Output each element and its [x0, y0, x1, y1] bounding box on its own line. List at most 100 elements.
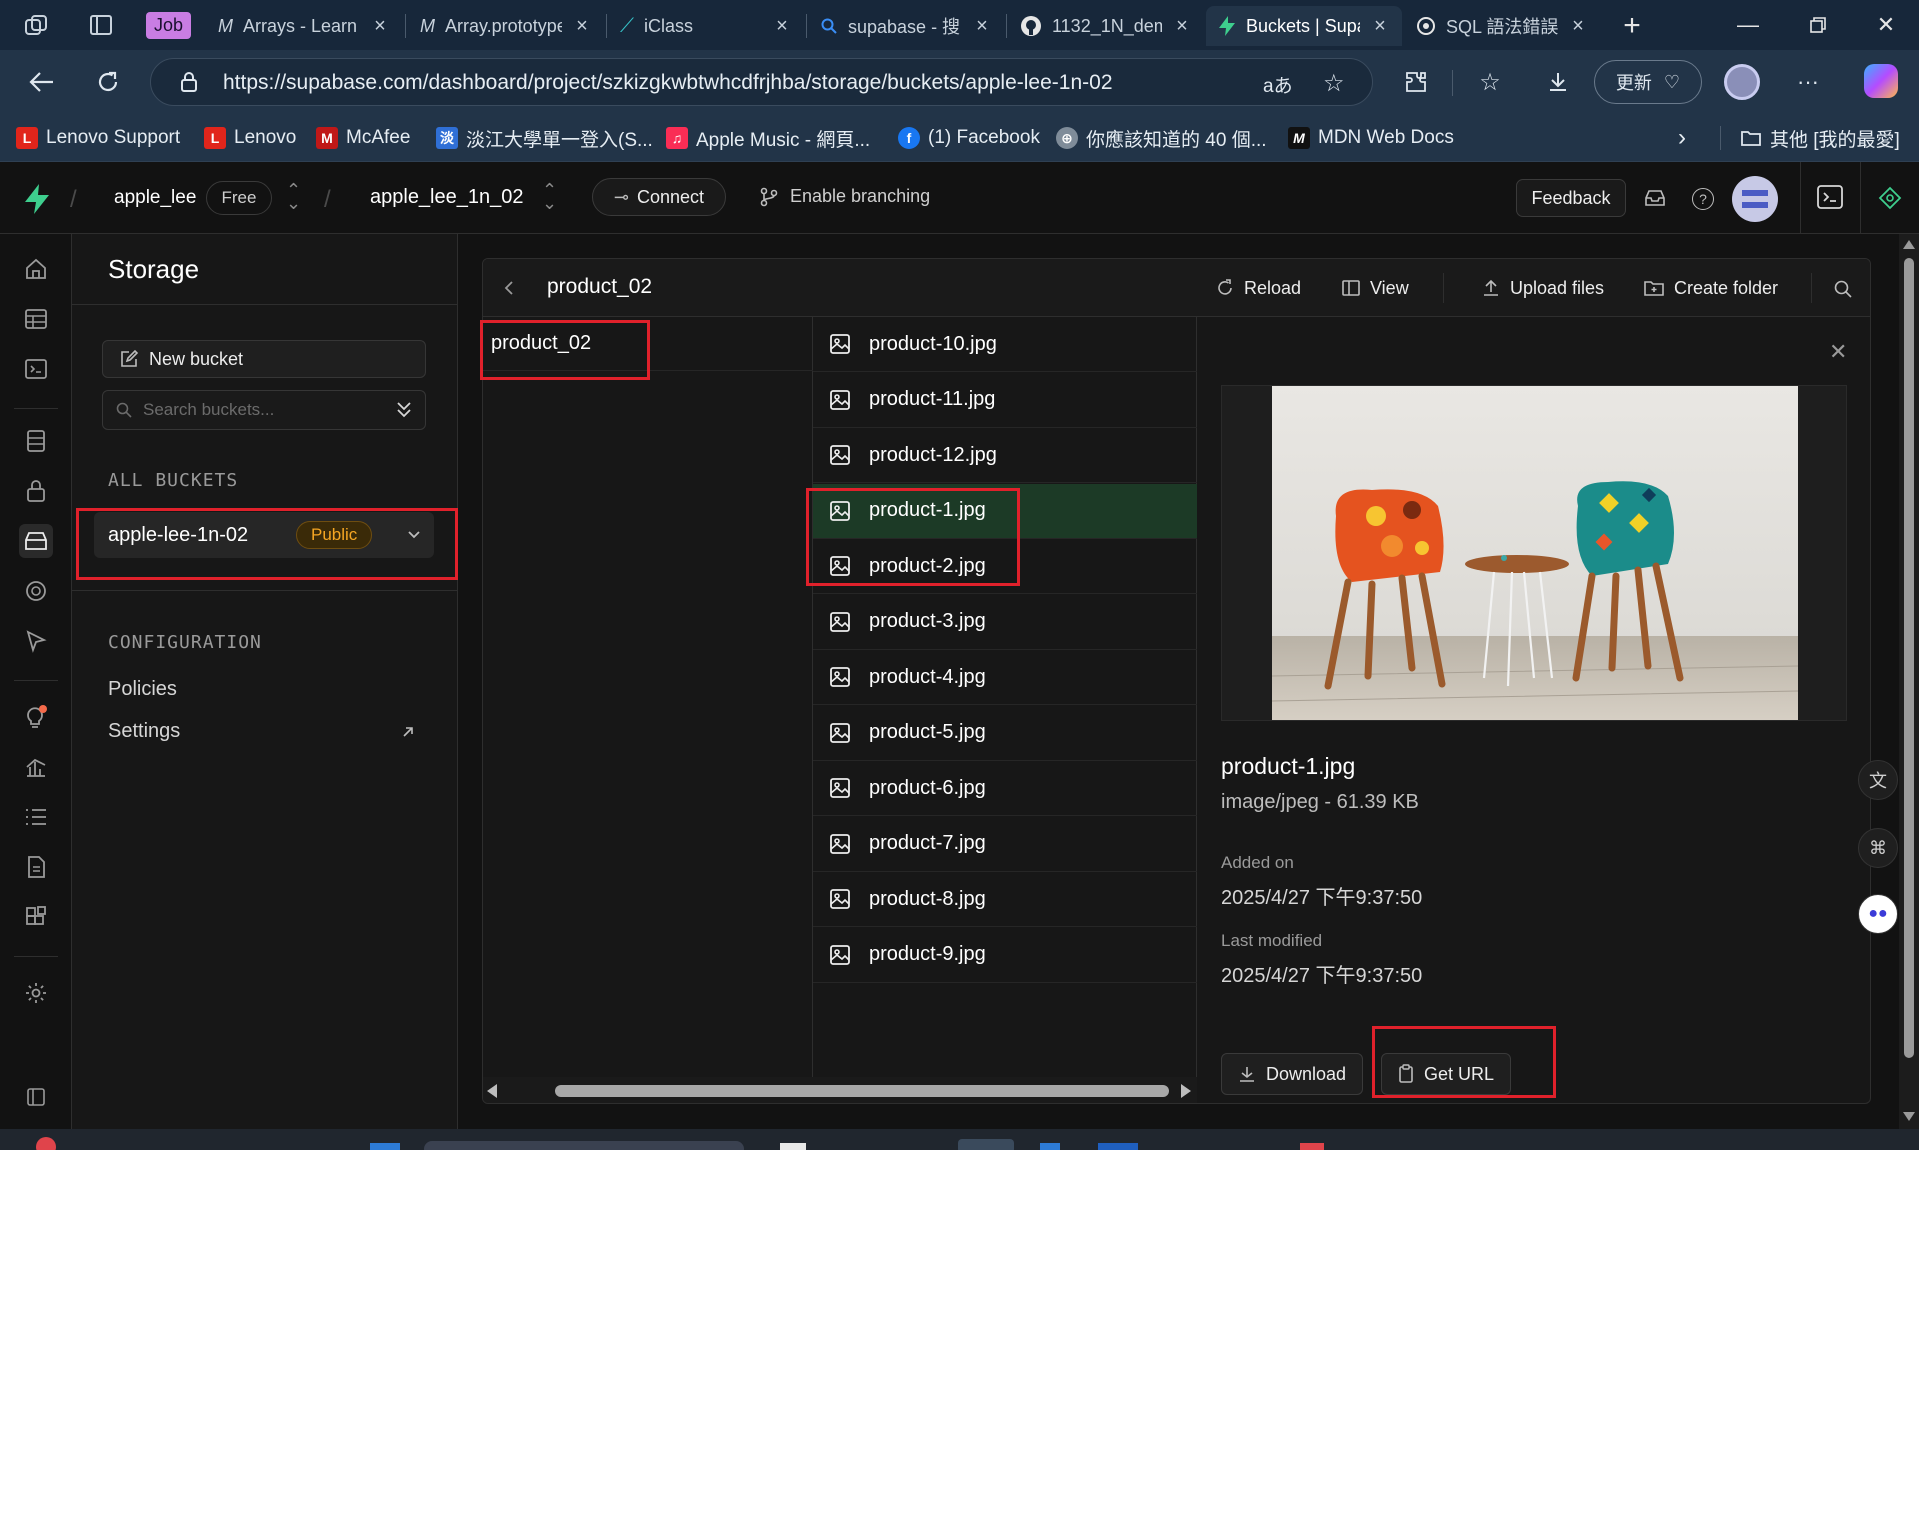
minimize-button[interactable]: — — [1718, 0, 1778, 50]
create-folder-button[interactable]: Create folder — [1643, 275, 1778, 301]
refresh-icon[interactable] — [90, 64, 126, 100]
scroll-down-arrow-icon[interactable] — [1903, 1112, 1915, 1121]
storage-icon[interactable] — [19, 524, 53, 558]
download-button[interactable]: Download — [1221, 1053, 1364, 1095]
close-icon[interactable]: × — [370, 15, 390, 38]
restore-button[interactable] — [1788, 0, 1848, 50]
favorites-icon[interactable]: ☆ — [1472, 64, 1508, 100]
back-icon[interactable] — [24, 64, 60, 100]
file-row[interactable]: product-5.jpg — [813, 706, 1197, 761]
apps-grid-icon[interactable]: ⌘ — [1858, 828, 1898, 868]
lock-icon[interactable] — [179, 71, 199, 93]
search-icon[interactable] — [1833, 279, 1853, 299]
view-button[interactable]: View — [1341, 275, 1409, 301]
tab-iclass[interactable]: ⟋ iClass × — [608, 6, 804, 46]
scroll-right-arrow-icon[interactable] — [1181, 1084, 1191, 1098]
sql-terminal-icon[interactable] — [1816, 184, 1844, 210]
project-settings-gear-icon[interactable] — [19, 976, 53, 1010]
new-bucket-button[interactable]: New bucket — [102, 340, 426, 378]
bookmark-40-things[interactable]: ⊕ 你應該知道的 40 個... — [1056, 124, 1267, 152]
auth-lock-icon[interactable] — [19, 474, 53, 508]
reports-chart-icon[interactable] — [19, 750, 53, 784]
bookmark-tku-sso[interactable]: 淡 淡江大學單一登入(S... — [436, 124, 653, 152]
vertical-scrollbar[interactable] — [1899, 234, 1919, 1129]
sql-editor-icon[interactable] — [19, 352, 53, 386]
bookmark-mcafee[interactable]: M McAfee — [316, 124, 410, 152]
tab-array-prototype[interactable]: M Array.prototype × — [408, 6, 604, 46]
integrations-icon[interactable] — [19, 900, 53, 934]
tab-actions-icon[interactable] — [88, 12, 116, 40]
help-icon[interactable]: ? — [1692, 188, 1714, 210]
read-aloud-icon[interactable]: aあ — [1263, 71, 1293, 98]
edge-functions-cursor-icon[interactable] — [19, 624, 53, 658]
sort-chevrons-icon[interactable] — [395, 397, 413, 421]
close-icon[interactable]: × — [772, 15, 792, 38]
url-field[interactable]: https://supabase.com/dashboard/project/s… — [150, 58, 1373, 106]
home-icon[interactable] — [19, 252, 53, 286]
profile-avatar[interactable] — [1724, 64, 1760, 100]
close-window-button[interactable]: ✕ — [1856, 0, 1916, 50]
file-row[interactable]: product-4.jpg — [813, 650, 1197, 705]
assistant-icon[interactable] — [1878, 186, 1902, 210]
extensions-icon[interactable] — [1398, 64, 1434, 100]
favorite-star-icon[interactable]: ☆ — [1323, 69, 1345, 98]
file-row[interactable]: product-8.jpg — [813, 872, 1197, 927]
close-icon[interactable]: × — [572, 15, 592, 38]
database-icon[interactable] — [19, 424, 53, 458]
tab-sql-error[interactable]: SQL 語法錯誤 × — [1404, 6, 1600, 46]
translate-icon[interactable]: 文 — [1858, 760, 1898, 800]
file-row[interactable]: product-3.jpg — [813, 595, 1197, 650]
tab-supabase-search[interactable]: supabase - 搜 × — [808, 6, 1004, 46]
assistant-bot-icon[interactable]: ●● — [1858, 894, 1898, 934]
vertical-scrollbar-thumb[interactable] — [1904, 258, 1914, 1058]
downloads-icon[interactable] — [1540, 64, 1576, 100]
file-row[interactable]: product-11.jpg — [813, 373, 1197, 428]
more-menu-icon[interactable]: ··· — [1790, 64, 1826, 100]
bookmark-lenovo-support[interactable]: L Lenovo Support — [16, 124, 180, 152]
bookmark-mdn[interactable]: M MDN Web Docs — [1288, 124, 1454, 152]
scroll-up-arrow-icon[interactable] — [1903, 240, 1915, 249]
realtime-icon[interactable] — [19, 574, 53, 608]
close-icon[interactable]: × — [1172, 15, 1192, 38]
project-name[interactable]: apple_lee_1n_02 — [370, 186, 524, 209]
table-editor-icon[interactable] — [19, 302, 53, 336]
tab-github-demo[interactable]: 1132_1N_demo × — [1008, 6, 1204, 46]
advisors-lightbulb-icon[interactable] — [19, 700, 53, 734]
file-row[interactable]: product-9.jpg — [813, 928, 1197, 983]
horizontal-scrollbar[interactable] — [483, 1077, 1197, 1103]
feedback-button[interactable]: Feedback — [1516, 179, 1626, 217]
job-tab-group-badge[interactable]: Job — [146, 12, 192, 39]
connect-button[interactable]: ⊸ Connect — [592, 178, 726, 216]
new-tab-button[interactable]: + — [1614, 8, 1650, 44]
copilot-icon[interactable] — [1864, 64, 1898, 98]
tab-arrays-learn[interactable]: M Arrays - Learn × — [206, 6, 402, 46]
close-icon[interactable]: × — [1568, 15, 1588, 38]
bookmark-lenovo[interactable]: L Lenovo — [204, 124, 296, 152]
project-switcher-chevron-icon[interactable]: ⌃ ⌄ — [542, 181, 557, 212]
back-chevron-icon[interactable] — [503, 279, 515, 297]
org-name[interactable]: apple_lee — [114, 187, 196, 209]
file-row[interactable]: product-6.jpg — [813, 761, 1197, 816]
bookmark-apple-music[interactable]: ♫ Apple Music - 網頁... — [666, 124, 870, 152]
api-docs-icon[interactable] — [19, 850, 53, 884]
user-avatar[interactable] — [1732, 176, 1778, 222]
logs-list-icon[interactable] — [19, 800, 53, 834]
policies-link[interactable]: Policies — [108, 678, 177, 701]
supabase-logo-icon[interactable] — [24, 184, 50, 214]
file-row[interactable]: product-12.jpg — [813, 428, 1197, 483]
workspaces-icon[interactable] — [22, 12, 52, 40]
file-row[interactable]: product-7.jpg — [813, 817, 1197, 872]
collapse-sidebar-icon[interactable] — [19, 1080, 53, 1114]
settings-link[interactable]: Settings — [108, 720, 180, 743]
enable-branching-button[interactable]: Enable branching — [760, 186, 930, 207]
scrollbar-thumb[interactable] — [555, 1085, 1169, 1097]
scroll-left-arrow-icon[interactable] — [487, 1084, 497, 1098]
close-preview-icon[interactable]: ✕ — [1829, 339, 1847, 365]
file-row[interactable]: product-10.jpg — [813, 317, 1197, 372]
tab-buckets-supabase[interactable]: Buckets | Supabase × — [1206, 6, 1402, 46]
other-favorites-folder[interactable]: 其他 [我的最愛] — [1740, 124, 1900, 152]
bookmark-facebook[interactable]: f (1) Facebook — [898, 124, 1040, 152]
reload-button[interactable]: Reload — [1215, 275, 1301, 301]
search-buckets-input[interactable]: Search buckets... — [102, 390, 426, 430]
upload-files-button[interactable]: Upload files — [1481, 275, 1604, 301]
